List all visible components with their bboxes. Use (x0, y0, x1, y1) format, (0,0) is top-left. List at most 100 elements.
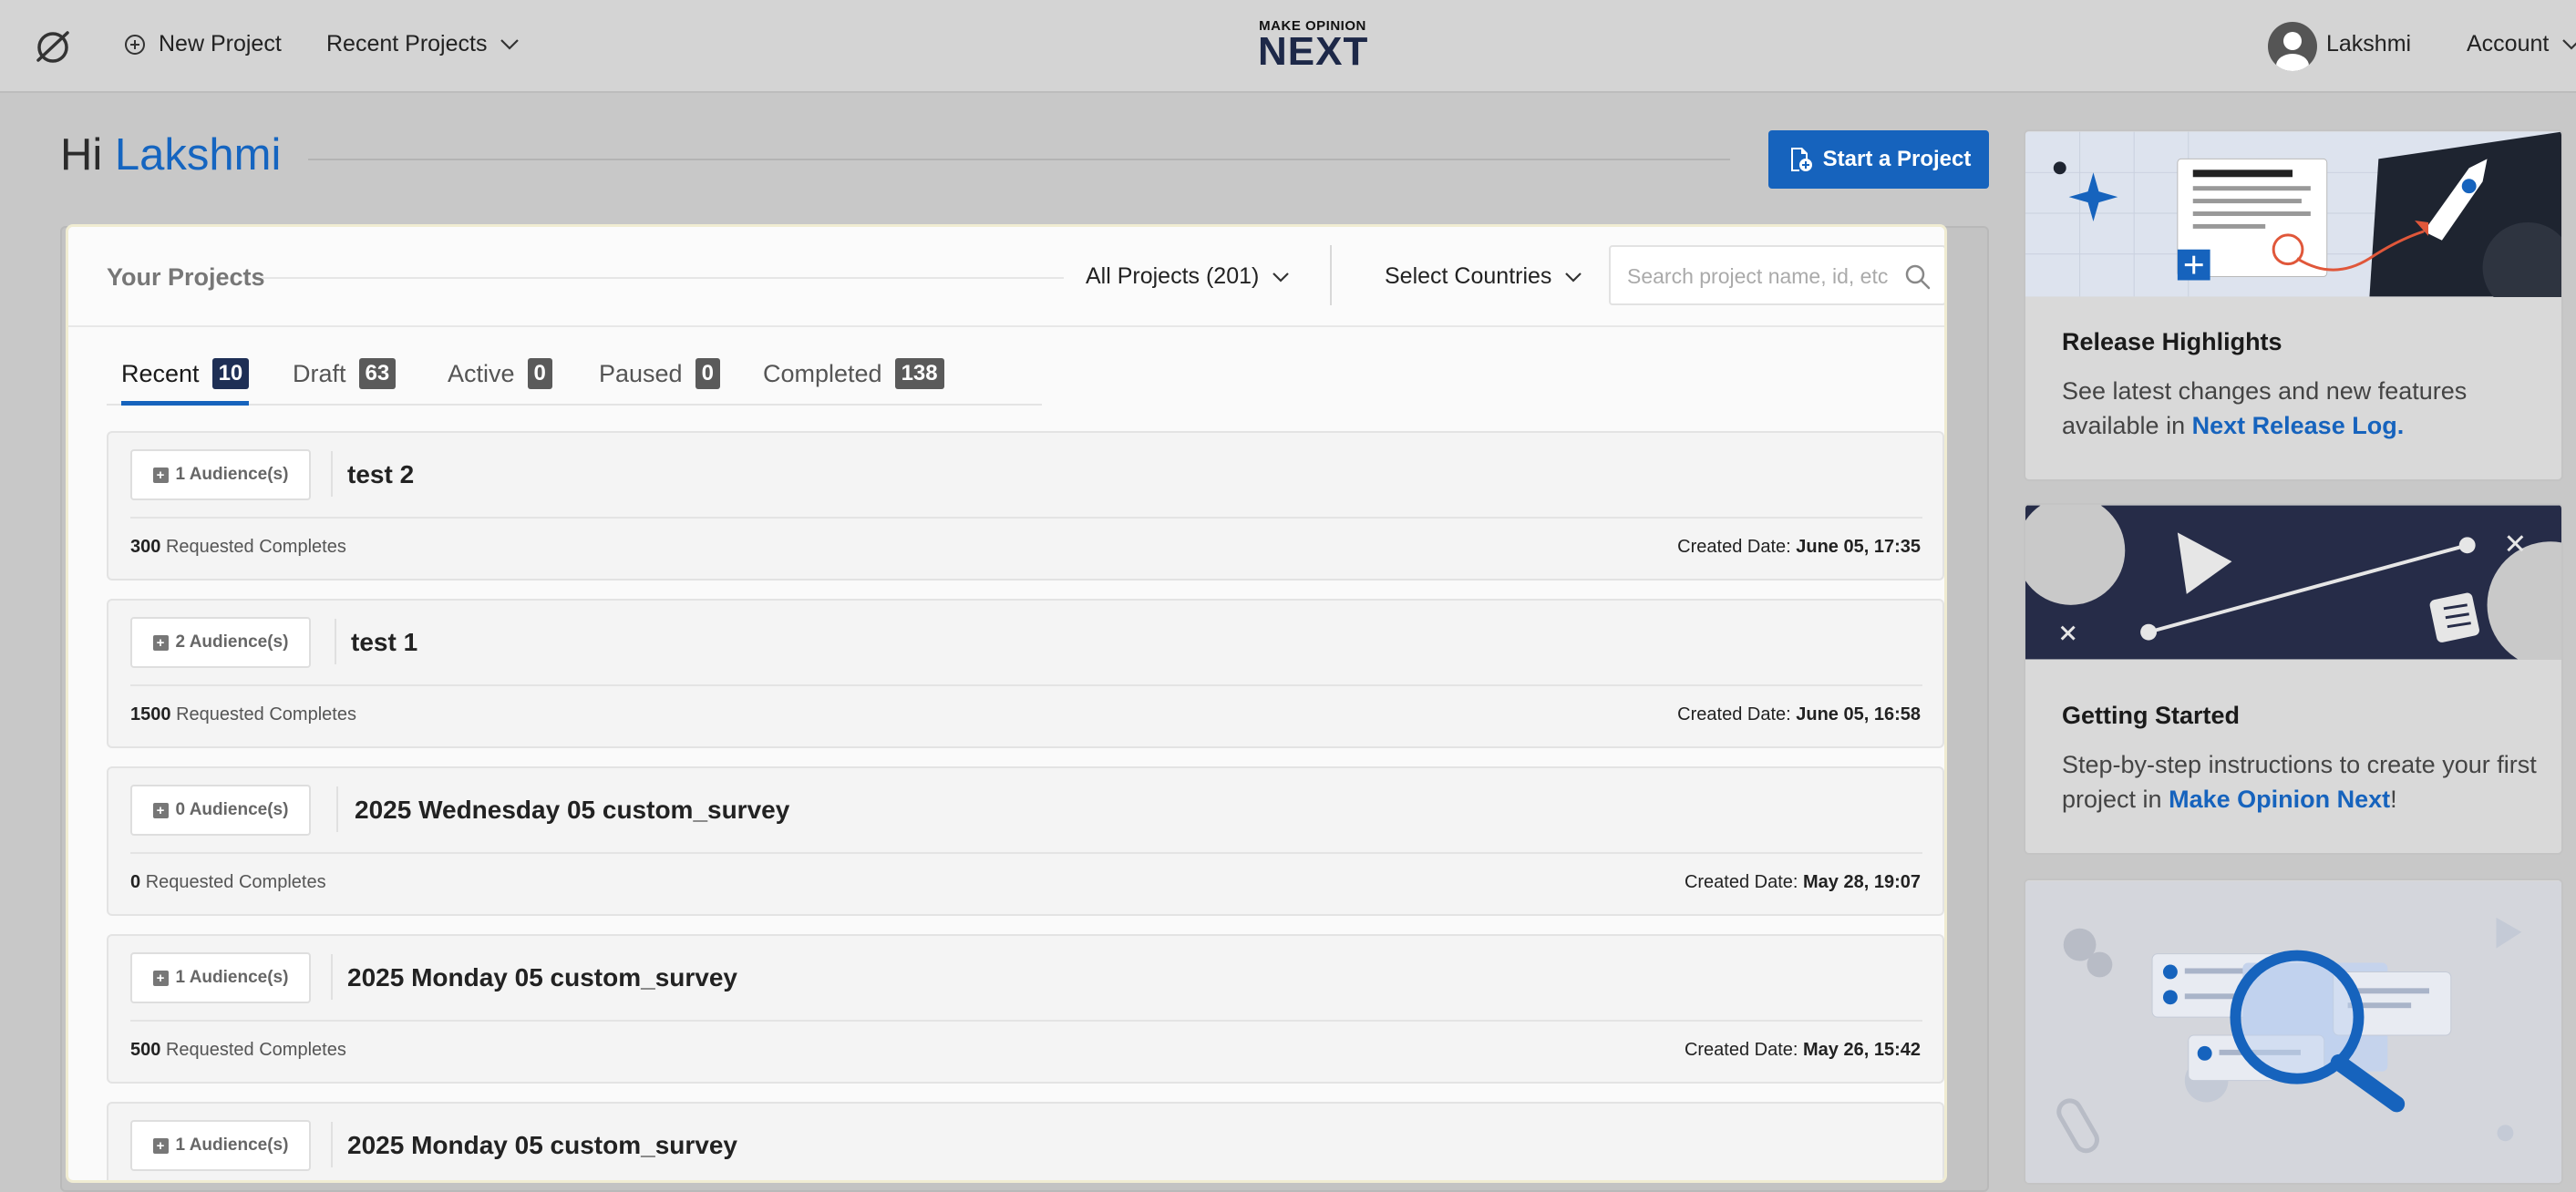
brand-logo[interactable]: MAKE OPINION NEXT (1258, 18, 1369, 74)
audience-label: 1 Audience(s) (175, 1135, 289, 1155)
start-project-button[interactable]: Start a Project (1768, 130, 1989, 189)
new-project-label: New Project (159, 31, 282, 57)
brand-big-text: NEXT (1258, 29, 1369, 74)
requested-label: Requested Completes (176, 704, 356, 724)
tab-label: Recent (121, 360, 200, 387)
avatar[interactable] (2268, 22, 2317, 71)
tab-paused[interactable]: Paused 0 (599, 358, 720, 406)
panel-header: Your Projects All Projects (201) Select … (68, 227, 1944, 327)
recent-projects-label: Recent Projects (326, 31, 488, 57)
top-nav: New Project Recent Projects MAKE OPINION… (0, 0, 2576, 93)
divider (262, 277, 1064, 279)
all-projects-filter[interactable]: All Projects (201) (1086, 263, 1290, 290)
divider (331, 954, 333, 1000)
page-title: Hi Lakshmi (60, 129, 281, 180)
tab-completed[interactable]: Completed 138 (763, 358, 944, 406)
getting-started-title: Getting Started (2062, 702, 2241, 729)
project-title[interactable]: 2025 Monday 05 custom_survey (347, 963, 737, 992)
tab-active[interactable]: Active 0 (448, 358, 552, 406)
requested-completes: 500 Requested Completes (130, 1040, 346, 1061)
created-value: May 28, 19:07 (1803, 872, 1921, 892)
requested-label: Requested Completes (165, 537, 346, 557)
created-date: Created Date: May 28, 19:07 (1685, 872, 1921, 893)
created-value: June 05, 17:35 (1796, 537, 1921, 557)
project-card[interactable]: +0 Audience(s) 2025 Wednesday 05 custom_… (107, 766, 1944, 916)
user-name-label: Lakshmi (2326, 31, 2412, 57)
getting-started-text: Step-by-step instructions to create your… (2062, 747, 2545, 817)
chevron-down-icon (1273, 272, 1290, 283)
new-project-button[interactable]: New Project (124, 31, 282, 57)
audience-button[interactable]: +1 Audience(s) (130, 449, 311, 500)
project-card[interactable]: +2 Audience(s) test 1 1500 Requested Com… (107, 599, 1944, 748)
countries-filter[interactable]: Select Countries (1385, 263, 1582, 290)
start-project-label: Start a Project (1822, 147, 1972, 171)
project-title[interactable]: 2025 Monday 05 custom_survey (347, 1131, 737, 1160)
count-badge: 10 (211, 358, 250, 389)
divider (130, 684, 1922, 686)
tab-draft[interactable]: Draft 63 (293, 358, 397, 406)
count-badge: 63 (358, 358, 397, 389)
account-label: Account (2467, 31, 2550, 57)
app-logo-icon[interactable] (33, 27, 73, 67)
created-value: May 26, 15:42 (1803, 1040, 1921, 1060)
divider (130, 517, 1922, 519)
audience-button[interactable]: +1 Audience(s) (130, 1120, 311, 1171)
project-title[interactable]: test 2 (347, 460, 414, 489)
audience-label: 1 Audience(s) (175, 968, 289, 987)
created-date: Created Date: May 26, 15:42 (1685, 1040, 1921, 1061)
created-date: Created Date: June 05, 17:35 (1677, 537, 1921, 558)
audience-button[interactable]: +2 Audience(s) (130, 617, 311, 668)
requested-completes: 0 Requested Completes (130, 872, 326, 893)
tab-label: Draft (293, 360, 346, 387)
projects-panel: Your Projects All Projects (201) Select … (66, 224, 1947, 1183)
user-name[interactable]: Lakshmi (2326, 31, 2411, 57)
plus-icon: + (152, 970, 169, 986)
search-input[interactable] (1627, 262, 1891, 291)
created-label: Created Date: (1677, 704, 1791, 724)
divider (1330, 245, 1332, 305)
divider (331, 451, 333, 497)
audience-label: 1 Audience(s) (175, 465, 289, 484)
greeting-hi: Hi (60, 130, 103, 180)
divider (130, 852, 1922, 854)
release-text: See latest changes and new features avai… (2062, 374, 2545, 443)
file-add-icon (1790, 148, 1812, 171)
plus-icon: + (152, 802, 169, 818)
divider (308, 159, 1730, 160)
release-illustration (2025, 131, 2561, 297)
account-dropdown[interactable]: Account (2467, 31, 2576, 57)
audience-label: 2 Audience(s) (175, 632, 289, 652)
chevron-down-icon (500, 38, 520, 50)
project-title[interactable]: 2025 Wednesday 05 custom_survey (355, 796, 789, 825)
requested-completes: 1500 Requested Completes (130, 704, 356, 725)
tab-recent[interactable]: Recent 10 (121, 358, 250, 406)
search-icon[interactable] (1904, 263, 1932, 291)
search-illustration-card[interactable] (2024, 879, 2563, 1185)
divider (331, 1122, 333, 1167)
requested-completes: 300 Requested Completes (130, 537, 346, 558)
status-tabs: Recent 10 Draft 63 Active 0 Paused 0 Com… (107, 358, 1042, 406)
tab-label: Active (448, 360, 515, 387)
recent-projects-dropdown[interactable]: Recent Projects (326, 31, 520, 57)
release-highlights-card[interactable]: Release Highlights See latest changes an… (2024, 129, 2563, 481)
audience-button[interactable]: +0 Audience(s) (130, 785, 311, 836)
release-log-link[interactable]: Next Release Log. (2192, 412, 2405, 439)
count-badge: 0 (527, 358, 552, 389)
divider (130, 1020, 1922, 1022)
make-opinion-next-link[interactable]: Make Opinion Next (2169, 786, 2390, 813)
project-title[interactable]: test 1 (351, 628, 417, 657)
getting-started-illustration (2025, 505, 2561, 660)
project-card[interactable]: +1 Audience(s) 2025 Monday 05 custom_sur… (107, 934, 1944, 1084)
getting-started-suffix: ! (2390, 786, 2397, 813)
plus-circle-icon (125, 34, 145, 55)
audience-button[interactable]: +1 Audience(s) (130, 952, 311, 1003)
getting-started-card[interactable]: Getting Started Step-by-step instruction… (2024, 503, 2563, 855)
countries-label: Select Countries (1385, 263, 1552, 289)
plus-icon: + (152, 634, 169, 651)
project-card[interactable]: +1 Audience(s) test 2 300 Requested Comp… (107, 431, 1944, 581)
audience-label: 0 Audience(s) (175, 800, 289, 819)
chevron-down-icon (2562, 38, 2576, 50)
project-card[interactable]: +1 Audience(s) 2025 Monday 05 custom_sur… (107, 1102, 1944, 1180)
plus-icon: + (152, 467, 169, 483)
requested-label: Requested Completes (145, 872, 326, 892)
